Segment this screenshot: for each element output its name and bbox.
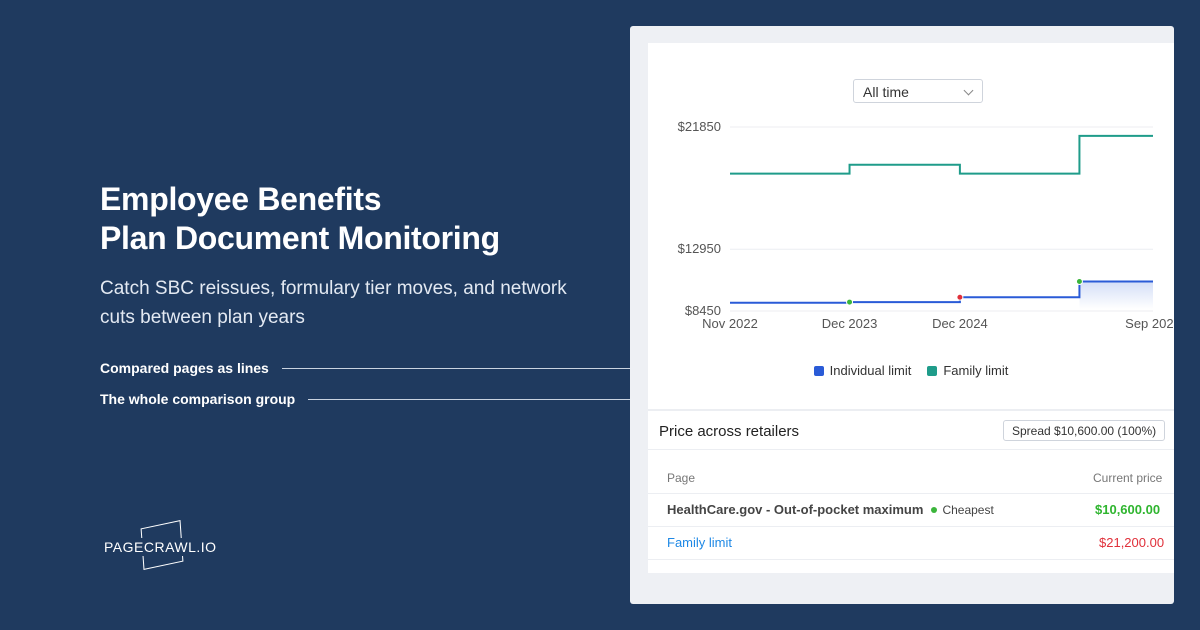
- table-row-separator: [648, 526, 1174, 527]
- callout-comparison-group: The whole comparison group: [100, 391, 296, 407]
- y-tick-label: $12950: [678, 241, 721, 256]
- row-page-link[interactable]: Family limit: [667, 535, 732, 550]
- callout-line-comparison-group: [308, 399, 630, 400]
- x-tick-label: Dec 2023: [822, 316, 878, 331]
- callout-line-compared-pages: [282, 368, 630, 369]
- column-header-price: Current price: [1093, 471, 1163, 485]
- change-point-marker: [846, 298, 854, 306]
- hero-title-line-1: Employee Benefits: [100, 181, 382, 217]
- table-top-separator: [648, 449, 1174, 450]
- hero-title-line-2: Plan Document Monitoring: [100, 220, 500, 256]
- cheapest-badge: Cheapest: [942, 503, 994, 517]
- legend-swatch-icon: [927, 365, 938, 376]
- column-header-page: Page: [667, 471, 696, 485]
- individual-area-fill: [1079, 281, 1153, 309]
- y-tick-label: $21850: [678, 119, 721, 134]
- table-row-separator: [648, 559, 1174, 560]
- logo-text: PAGECRAWL.IO: [102, 538, 219, 556]
- x-tick-label: Nov 2022: [702, 316, 758, 331]
- hero-subtitle: Catch SBC reissues, formulary tier moves…: [100, 278, 567, 328]
- legend-item[interactable]: Individual limit: [813, 363, 912, 378]
- spread-badge: Spread $10,600.00 (100%): [1003, 420, 1166, 441]
- cheapest-dot-icon: [931, 507, 938, 513]
- change-point-marker: [1075, 277, 1083, 285]
- row-page-title: HealthCare.gov - Out-of-pocket maximum: [667, 502, 924, 517]
- hero-title: Employee Benefits Plan Document Monitori…: [100, 180, 500, 258]
- legend-label: Family limit: [943, 363, 1009, 378]
- comparison-card: All time $21850 $12950 $8450 Nov 2022 Dec 20…: [648, 43, 1174, 573]
- legend-label: Individual limit: [829, 363, 912, 378]
- screenshot-panel: All time $21850 $12950 $8450 Nov 2022 Dec 20…: [630, 26, 1174, 604]
- chart-legend: Individual limit Family limit: [648, 363, 1174, 379]
- pagecrawl-logo: PAGECRAWL.IO: [102, 520, 219, 570]
- section-divider: [648, 409, 1174, 411]
- change-point-marker: [956, 293, 964, 301]
- comparison-chart: $21850$12950$8450Nov 2022 Dec 2023 Dec 202…: [678, 119, 1174, 331]
- callout-compared-pages: Compared pages as lines: [100, 360, 269, 376]
- retailers-title: Price across retailers: [659, 423, 800, 440]
- table-header-separator: [648, 493, 1174, 494]
- row-price: $21,200.00: [1099, 535, 1165, 550]
- row-page-link[interactable]: HealthCare.gov - Out-of-pocket maximum Ch…: [667, 502, 994, 517]
- series-line-family: [730, 134, 1153, 175]
- legend-item[interactable]: Family limit: [927, 363, 1008, 378]
- x-tick-label: Dec 2024: [932, 316, 988, 331]
- row-price: $10,600.00: [1095, 502, 1161, 517]
- legend-swatch-icon: [813, 365, 824, 376]
- x-tick-label: Sep 2026: [1125, 316, 1174, 331]
